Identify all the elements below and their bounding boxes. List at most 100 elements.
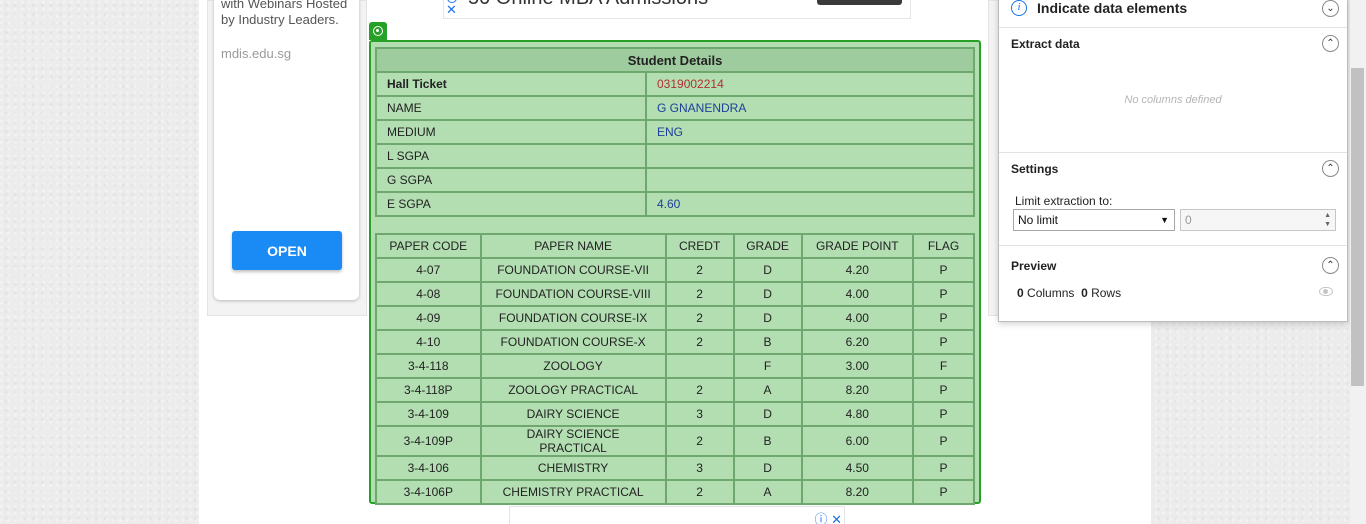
table-cell: D xyxy=(732,257,803,283)
table-cell: 3-4-118P xyxy=(375,377,482,403)
chevron-down-icon[interactable]: ⌄ xyxy=(1322,0,1339,17)
table-cell: A xyxy=(732,479,803,505)
column-header: GRADE xyxy=(732,233,803,259)
column-header: CREDT xyxy=(664,233,735,259)
left-ad-text: with Webinars Hosted by Industry Leaders… xyxy=(221,0,348,27)
table-row: 4-09 FOUNDATION COURSE-IX 2 D 4.00 P xyxy=(375,305,975,331)
chevron-up-icon[interactable]: ⌃ xyxy=(1322,160,1339,177)
table-cell: P xyxy=(912,377,975,403)
table-cell: 3.00 xyxy=(800,353,915,379)
eye-icon[interactable] xyxy=(1319,287,1333,296)
table-cell: 3-4-106 xyxy=(375,455,482,481)
table-cell: P xyxy=(912,479,975,505)
marks-table: PAPER CODE PAPER NAME CREDT GRADE GRADE … xyxy=(375,233,975,505)
table-cell: CHEMISTRY PRACTICAL xyxy=(479,479,667,505)
limit-extraction-label: Limit extraction to: xyxy=(1015,194,1113,208)
column-header: FLAG xyxy=(912,233,975,259)
ad-close-icon[interactable]: ✕ xyxy=(446,3,457,16)
preview-title: Preview xyxy=(1011,259,1057,273)
table-cell: 8.20 xyxy=(800,377,915,403)
spinner-arrows-icon[interactable]: ▲ ▼ xyxy=(1324,211,1331,229)
table-cell: D xyxy=(732,455,803,481)
student-details-header: Student Details xyxy=(375,47,975,73)
table-cell: DAIRY SCIENCE PRACTICAL xyxy=(479,425,667,457)
table-cell: 4-10 xyxy=(375,329,482,355)
table-cell: P xyxy=(912,425,975,457)
table-cell: ZOOLOGY xyxy=(479,353,667,379)
table-cell: F xyxy=(732,353,803,379)
info-icon[interactable]: i xyxy=(1011,0,1027,16)
column-header: GRADE POINT xyxy=(800,233,915,259)
table-cell: P xyxy=(912,401,975,427)
scrollbar-thumb[interactable] xyxy=(1351,68,1364,386)
table-cell: P xyxy=(912,305,975,331)
detail-value xyxy=(645,143,975,169)
table-cell: 8.20 xyxy=(800,479,915,505)
top-ad-title[interactable]: 50 Online MBA Admissions xyxy=(468,0,708,10)
column-header: PAPER NAME xyxy=(479,233,667,259)
detail-value: ENG xyxy=(645,119,975,145)
ad-open-button[interactable]: OPEN xyxy=(232,231,342,270)
table-cell: 3-4-109 xyxy=(375,401,482,427)
table-cell: 2 xyxy=(664,377,735,403)
table-cell: FOUNDATION COURSE-VII xyxy=(479,257,667,283)
preview-section: Preview ⌃ xyxy=(999,246,1347,322)
left-ad-domain[interactable]: mdis.edu.sg xyxy=(221,46,291,61)
table-cell xyxy=(664,353,735,379)
detail-label: Hall Ticket xyxy=(375,71,647,97)
table-cell: 4-08 xyxy=(375,281,482,307)
ad-choices-icons[interactable]: ⓘ ✕ xyxy=(814,509,842,524)
table-cell: DAIRY SCIENCE xyxy=(479,401,667,427)
limit-select-value: No limit xyxy=(1018,213,1059,227)
limit-extraction-select[interactable]: No limit ▼ xyxy=(1013,209,1175,231)
table-cell: CHEMISTRY xyxy=(479,455,667,481)
detail-value xyxy=(645,167,975,193)
table-row: 4-10 FOUNDATION COURSE-X 2 B 6.20 P xyxy=(375,329,975,355)
table-cell: P xyxy=(912,455,975,481)
table-cell: 2 xyxy=(664,257,735,283)
table-cell: FOUNDATION COURSE-X xyxy=(479,329,667,355)
detail-value: 4.60 xyxy=(645,191,975,217)
table-cell: 3-4-109P xyxy=(375,425,482,457)
table-row: 3-4-118 ZOOLOGY F 3.00 F xyxy=(375,353,975,379)
table-cell: FOUNDATION COURSE-IX xyxy=(479,305,667,331)
marks-table-body: 4-07 FOUNDATION COURSE-VII 2 D 4.20 P 4-08 FOUN… xyxy=(375,257,975,505)
columns-label: Columns xyxy=(1027,286,1075,300)
extract-data-title: Extract data xyxy=(1011,37,1080,51)
table-cell: 3 xyxy=(664,455,735,481)
table-cell: 2 xyxy=(664,305,735,331)
empty-columns-message: No columns defined xyxy=(1124,94,1222,106)
table-cell: B xyxy=(732,425,803,457)
table-cell: P xyxy=(912,329,975,355)
selection-handle[interactable] xyxy=(369,22,387,40)
table-row: 3-4-118P ZOOLOGY PRACTICAL 2 A 8.20 P xyxy=(375,377,975,403)
table-cell: 3 xyxy=(664,401,735,427)
detail-label: E SGPA xyxy=(375,191,647,217)
table-cell: 2 xyxy=(664,281,735,307)
top-ad-button[interactable] xyxy=(817,0,902,5)
detail-label: G SGPA xyxy=(375,167,647,193)
limit-number-input[interactable]: 0 ▲ ▼ xyxy=(1180,209,1336,231)
table-cell: 3-4-118 xyxy=(375,353,482,379)
table-cell: F xyxy=(912,353,975,379)
table-row: 4-07 FOUNDATION COURSE-VII 2 D 4.20 P xyxy=(375,257,975,283)
table-row: 3-4-109 DAIRY SCIENCE 3 D 4.80 P xyxy=(375,401,975,427)
top-ad-banner[interactable]: ✕ 50 Online MBA Admissions xyxy=(443,0,911,19)
chevron-up-icon[interactable]: ⌃ xyxy=(1322,257,1339,274)
limit-number-value: 0 xyxy=(1185,213,1192,227)
dropdown-caret-icon: ▼ xyxy=(1160,215,1169,225)
table-cell: 4.20 xyxy=(800,257,915,283)
table-cell: 4-09 xyxy=(375,305,482,331)
table-cell: 4.00 xyxy=(800,281,915,307)
table-cell: 4.50 xyxy=(800,455,915,481)
table-cell: D xyxy=(732,281,803,307)
table-cell: FOUNDATION COURSE-VIII xyxy=(479,281,667,307)
detail-value: G GNANENDRA xyxy=(645,95,975,121)
table-cell: D xyxy=(732,401,803,427)
rows-label: Rows xyxy=(1091,286,1122,300)
chevron-up-icon[interactable]: ⌃ xyxy=(1322,35,1339,52)
table-cell: 6.00 xyxy=(800,425,915,457)
table-cell: 4.00 xyxy=(800,305,915,331)
bottom-ad-banner[interactable]: ⓘ ✕ xyxy=(509,506,845,524)
table-row: 3-4-106P CHEMISTRY PRACTICAL 2 A 8.20 P xyxy=(375,479,975,505)
